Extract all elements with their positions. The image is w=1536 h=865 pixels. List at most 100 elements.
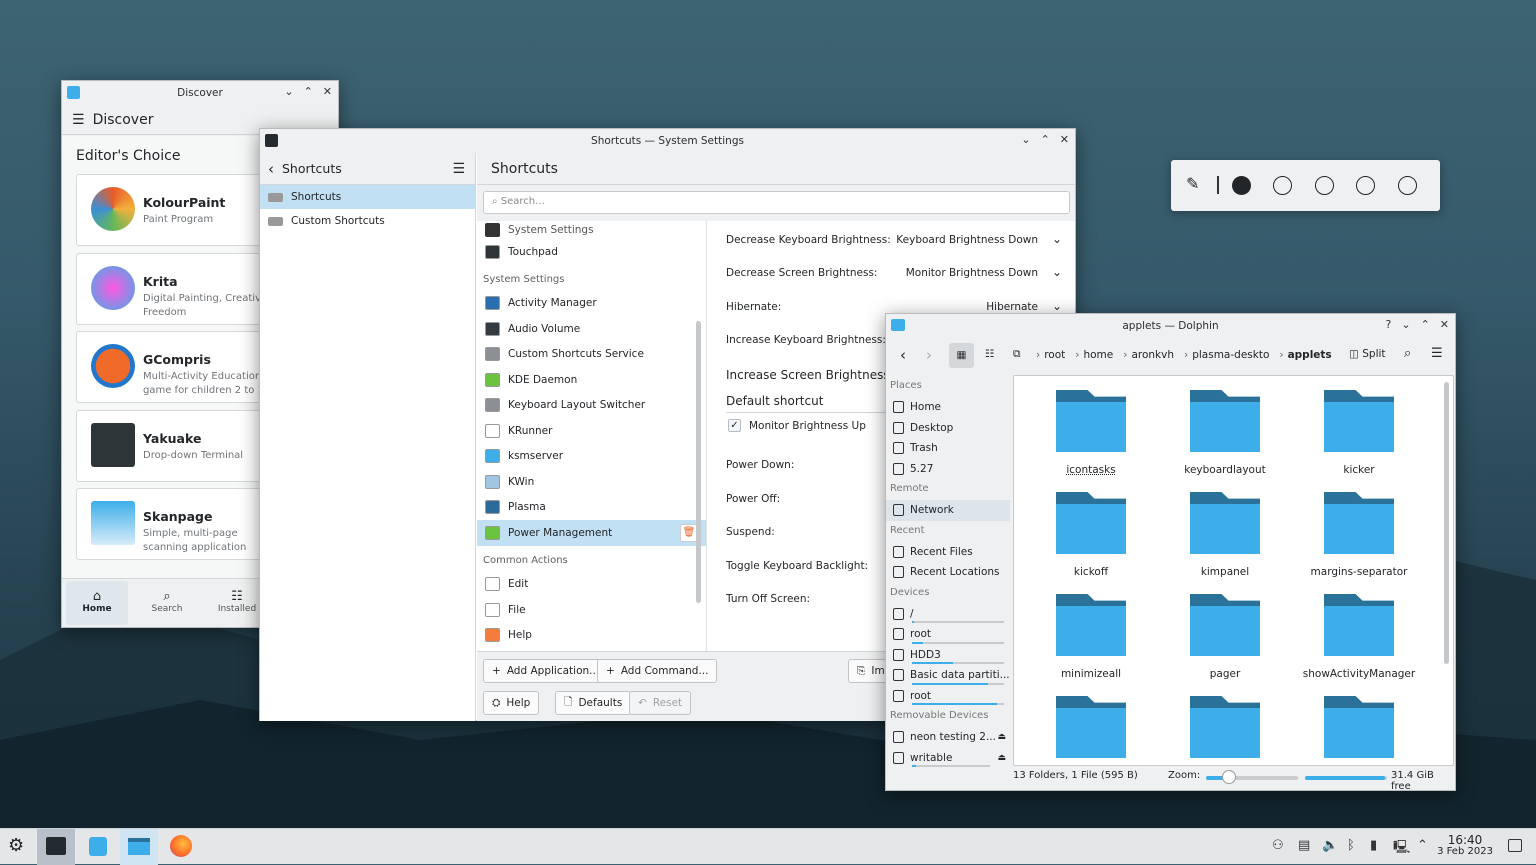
- hamburger-menu-icon[interactable]: ☰: [72, 112, 85, 128]
- folder-item[interactable]: kimpanel: [1160, 492, 1290, 590]
- add-command-button[interactable]: + Add Command...: [597, 659, 718, 683]
- clock[interactable]: 16:40 3 Feb 2023: [1436, 834, 1494, 857]
- back-icon[interactable]: ‹: [268, 160, 274, 178]
- chevron-down-icon[interactable]: ⌄: [1052, 299, 1062, 313]
- zoom-slider-handle[interactable]: [1222, 770, 1236, 784]
- list-item[interactable]: Audio Volume: [477, 316, 706, 342]
- folder-item[interactable]: margins-separator: [1294, 492, 1424, 590]
- app-card[interactable]: KolourPaint Paint Program: [76, 174, 276, 246]
- minimize-button[interactable]: ⌄: [1021, 133, 1030, 146]
- back-icon[interactable]: ‹: [900, 346, 906, 364]
- color-swatch[interactable]: [1356, 176, 1375, 195]
- places-item[interactable]: 5.27: [886, 459, 1010, 480]
- hamburger-menu-icon[interactable]: ☰: [1431, 346, 1443, 361]
- split-button[interactable]: ◫ Split: [1349, 348, 1386, 360]
- app-card[interactable]: Skanpage Simple, multi-page scanning appl…: [76, 488, 276, 560]
- folder-item[interactable]: showActivityManager: [1294, 594, 1424, 692]
- icons-view-icon[interactable]: ▦: [949, 343, 974, 368]
- list-scrollbar[interactable]: [696, 321, 701, 603]
- shortcut-row[interactable]: Decrease Screen Brightness: Monitor Brigh…: [708, 265, 1076, 287]
- folder-item[interactable]: [1294, 696, 1424, 765]
- reset-button[interactable]: ↶ Reset: [629, 691, 692, 715]
- add-application-button[interactable]: + Add Application...: [483, 659, 609, 683]
- maximize-button[interactable]: ⌃: [1041, 133, 1050, 146]
- list-item[interactable]: KWin: [477, 469, 706, 495]
- dolphin-titlebar[interactable]: applets — Dolphin ? ⌄ ⌃ ✕: [886, 314, 1455, 338]
- places-item[interactable]: Recent Locations: [886, 562, 1010, 583]
- folder-item[interactable]: [1160, 696, 1290, 765]
- color-swatch[interactable]: [1398, 176, 1417, 195]
- breadcrumb-item[interactable]: plasma-deskto: [1192, 349, 1269, 361]
- list-item[interactable]: ksmserver: [477, 444, 706, 470]
- network-share-icon[interactable]: ⚇: [1272, 838, 1284, 853]
- folder-item[interactable]: pager: [1160, 594, 1290, 692]
- places-item[interactable]: /: [886, 604, 1010, 625]
- task-discover[interactable]: [79, 829, 117, 865]
- places-item[interactable]: root: [886, 686, 1010, 707]
- sidebar-item-shortcuts[interactable]: Shortcuts: [260, 185, 475, 209]
- places-item[interactable]: Network: [886, 500, 1010, 521]
- minimize-button[interactable]: ⌄: [1401, 318, 1410, 331]
- details-view-icon[interactable]: ⧉: [1013, 348, 1021, 361]
- app-card[interactable]: Krita Digital Painting, Creative Freedom: [76, 252, 276, 325]
- shortcut-row[interactable]: Decrease Keyboard Brightness: Keyboard Br…: [708, 232, 1076, 254]
- compact-view-icon[interactable]: ☷: [985, 348, 994, 360]
- list-item[interactable]: Plasma: [477, 495, 706, 521]
- places-item[interactable]: Trash: [886, 438, 1010, 459]
- list-item[interactable]: System Settings: [477, 221, 706, 239]
- list-item[interactable]: KDE Daemon: [477, 367, 706, 393]
- volume-icon[interactable]: 🔈: [1322, 838, 1338, 853]
- breadcrumb-item[interactable]: applets: [1288, 349, 1332, 361]
- zoom-slider[interactable]: [1206, 770, 1298, 784]
- task-system-settings[interactable]: [37, 829, 75, 865]
- close-button[interactable]: ✕: [1060, 133, 1069, 146]
- places-item[interactable]: Basic data partiti...: [886, 665, 1010, 686]
- defaults-button[interactable]: 🗋 Defaults: [555, 691, 632, 715]
- color-swatch[interactable]: [1273, 176, 1292, 195]
- task-firefox[interactable]: [162, 829, 200, 865]
- folder-item[interactable]: kickoff: [1026, 492, 1156, 590]
- search-icon[interactable]: ⌕: [1404, 346, 1411, 361]
- expand-tray-icon[interactable]: ⌃: [1417, 838, 1428, 853]
- breadcrumb-item[interactable]: home: [1083, 349, 1113, 361]
- list-item[interactable]: Keyboard Layout Switcher: [477, 393, 706, 419]
- breadcrumb-item[interactable]: aronkvh: [1131, 349, 1174, 361]
- chevron-down-icon[interactable]: ⌄: [1052, 265, 1062, 279]
- discover-titlebar[interactable]: Discover ⌄ ⌃ ✕: [62, 81, 338, 105]
- list-item[interactable]: Edit: [477, 572, 706, 598]
- list-item[interactable]: File: [477, 597, 706, 623]
- places-item[interactable]: Recent Files: [886, 542, 1010, 563]
- nav-search[interactable]: ⌕ Search: [136, 581, 198, 625]
- list-item[interactable]: Help: [477, 623, 706, 649]
- pen-icon[interactable]: ✎: [1186, 174, 1199, 193]
- places-item[interactable]: writable ⏏: [886, 748, 1010, 769]
- chevron-down-icon[interactable]: ⌄: [1052, 232, 1062, 246]
- app-launcher-icon[interactable]: ⚙: [8, 835, 24, 856]
- app-card[interactable]: GCompris Multi-Activity Educational game …: [76, 331, 276, 403]
- eject-icon[interactable]: ⏏: [997, 732, 1006, 742]
- color-swatch-black[interactable]: [1232, 176, 1251, 195]
- places-item[interactable]: Home: [886, 397, 1010, 418]
- usb-device-icon[interactable]: ▮: [1370, 838, 1377, 853]
- places-item[interactable]: Desktop: [886, 418, 1010, 439]
- settings-titlebar[interactable]: Shortcuts — System Settings ⌄ ⌃ ✕: [260, 129, 1075, 153]
- eject-icon[interactable]: ⏏: [997, 753, 1006, 763]
- minimize-button[interactable]: ⌄: [284, 85, 293, 98]
- hamburger-menu-icon[interactable]: ☰: [452, 161, 465, 177]
- search-input[interactable]: ⌕ Search...: [483, 191, 1070, 214]
- show-desktop-icon[interactable]: [1508, 839, 1522, 852]
- bluetooth-icon[interactable]: ᛒ: [1347, 838, 1355, 853]
- view-scrollbar[interactable]: [1444, 382, 1449, 664]
- list-item[interactable]: Custom Shortcuts Service: [477, 342, 706, 368]
- folder-item[interactable]: [1026, 696, 1156, 765]
- network-icon[interactable]: 🖳: [1393, 838, 1410, 860]
- maximize-button[interactable]: ⌃: [304, 85, 313, 98]
- places-item[interactable]: root: [886, 624, 1010, 645]
- list-item[interactable]: Activity Manager: [477, 291, 706, 317]
- close-button[interactable]: ✕: [323, 85, 332, 98]
- places-item[interactable]: neon testing 2... ⏏: [886, 727, 1010, 748]
- nav-home[interactable]: ⌂ Home: [66, 581, 128, 625]
- clipboard-icon[interactable]: ▤: [1298, 838, 1310, 853]
- help-button[interactable]: ?: [1386, 318, 1392, 331]
- task-dolphin[interactable]: [120, 829, 158, 865]
